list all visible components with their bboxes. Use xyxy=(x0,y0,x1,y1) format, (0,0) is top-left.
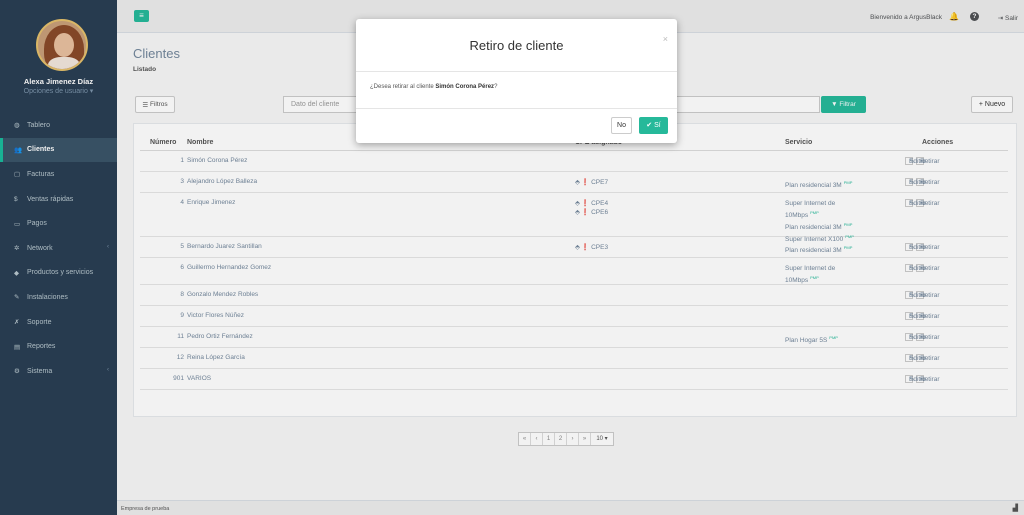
modal-client-name: Simón Corona Pérez xyxy=(435,84,495,90)
modal-divider xyxy=(356,108,677,109)
modal-close-button[interactable]: × xyxy=(663,34,668,44)
remove-client-modal: Retiro de cliente × ¿Desea retirar al cl… xyxy=(356,19,677,143)
modal-yes-button[interactable]: ✔ Sí xyxy=(639,117,668,134)
modal-divider xyxy=(356,71,677,72)
check-icon: ✔ xyxy=(646,122,653,129)
modal-no-button[interactable]: No xyxy=(611,117,632,134)
modal-title: Retiro de cliente xyxy=(469,38,564,53)
modal-question: ¿Desea retirar al cliente Simón Corona P… xyxy=(370,84,498,90)
